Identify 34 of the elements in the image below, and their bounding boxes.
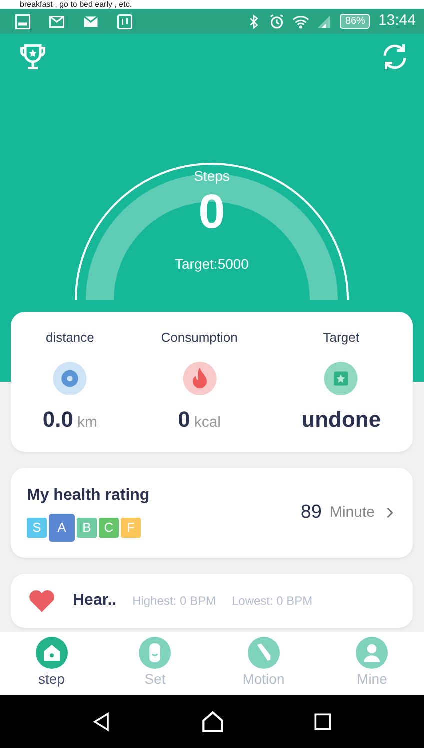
person-icon (356, 637, 388, 669)
stat-value: undone (302, 406, 382, 434)
battery-icon: 86% (340, 14, 370, 29)
status-time: 13:44 (378, 11, 416, 32)
home-icon (36, 637, 68, 669)
heart-rate-card[interactable]: Hear.. Highest: 0 BPM Lowest: 0 BPM (11, 574, 413, 628)
lowest-bpm: Lowest: 0 BPM (232, 593, 313, 610)
nav-tab[interactable]: step (36, 637, 68, 690)
heart-rate-title: Hear.. (73, 591, 117, 611)
target-text: Target:5000 (175, 254, 249, 274)
health-rating-card[interactable]: My health rating S A B C F 89 Minute (11, 468, 413, 558)
highest-bpm: Highest: 0 BPM (132, 593, 216, 610)
stat-value: 0 (178, 406, 190, 434)
signal-icon (316, 14, 332, 30)
rating-unit: Minute (330, 502, 375, 523)
health-rating-title: My health rating (27, 486, 150, 506)
grade-badge: F (121, 518, 141, 538)
grade-badge: S (27, 518, 47, 538)
stat-label: Target (323, 329, 360, 347)
stat-unit: kcal (194, 413, 222, 433)
watch-icon (139, 637, 172, 669)
stat-label: Consumption (161, 329, 238, 347)
grade-badge: B (77, 518, 97, 538)
caption-text: breakfast , go to bed early , etc. (20, 0, 132, 9)
grade-badge: A (49, 514, 75, 542)
rating-value: 89 (300, 500, 322, 525)
steps-label: Steps (194, 167, 230, 186)
alarm-icon (268, 12, 286, 30)
stat-value: 0.0 (42, 406, 74, 434)
grade-badge: C (99, 518, 119, 538)
stat-unit: km (77, 413, 98, 433)
gallery-icon (14, 12, 32, 30)
stat-label: distance (46, 329, 94, 347)
steps-count: 0 (198, 187, 226, 240)
